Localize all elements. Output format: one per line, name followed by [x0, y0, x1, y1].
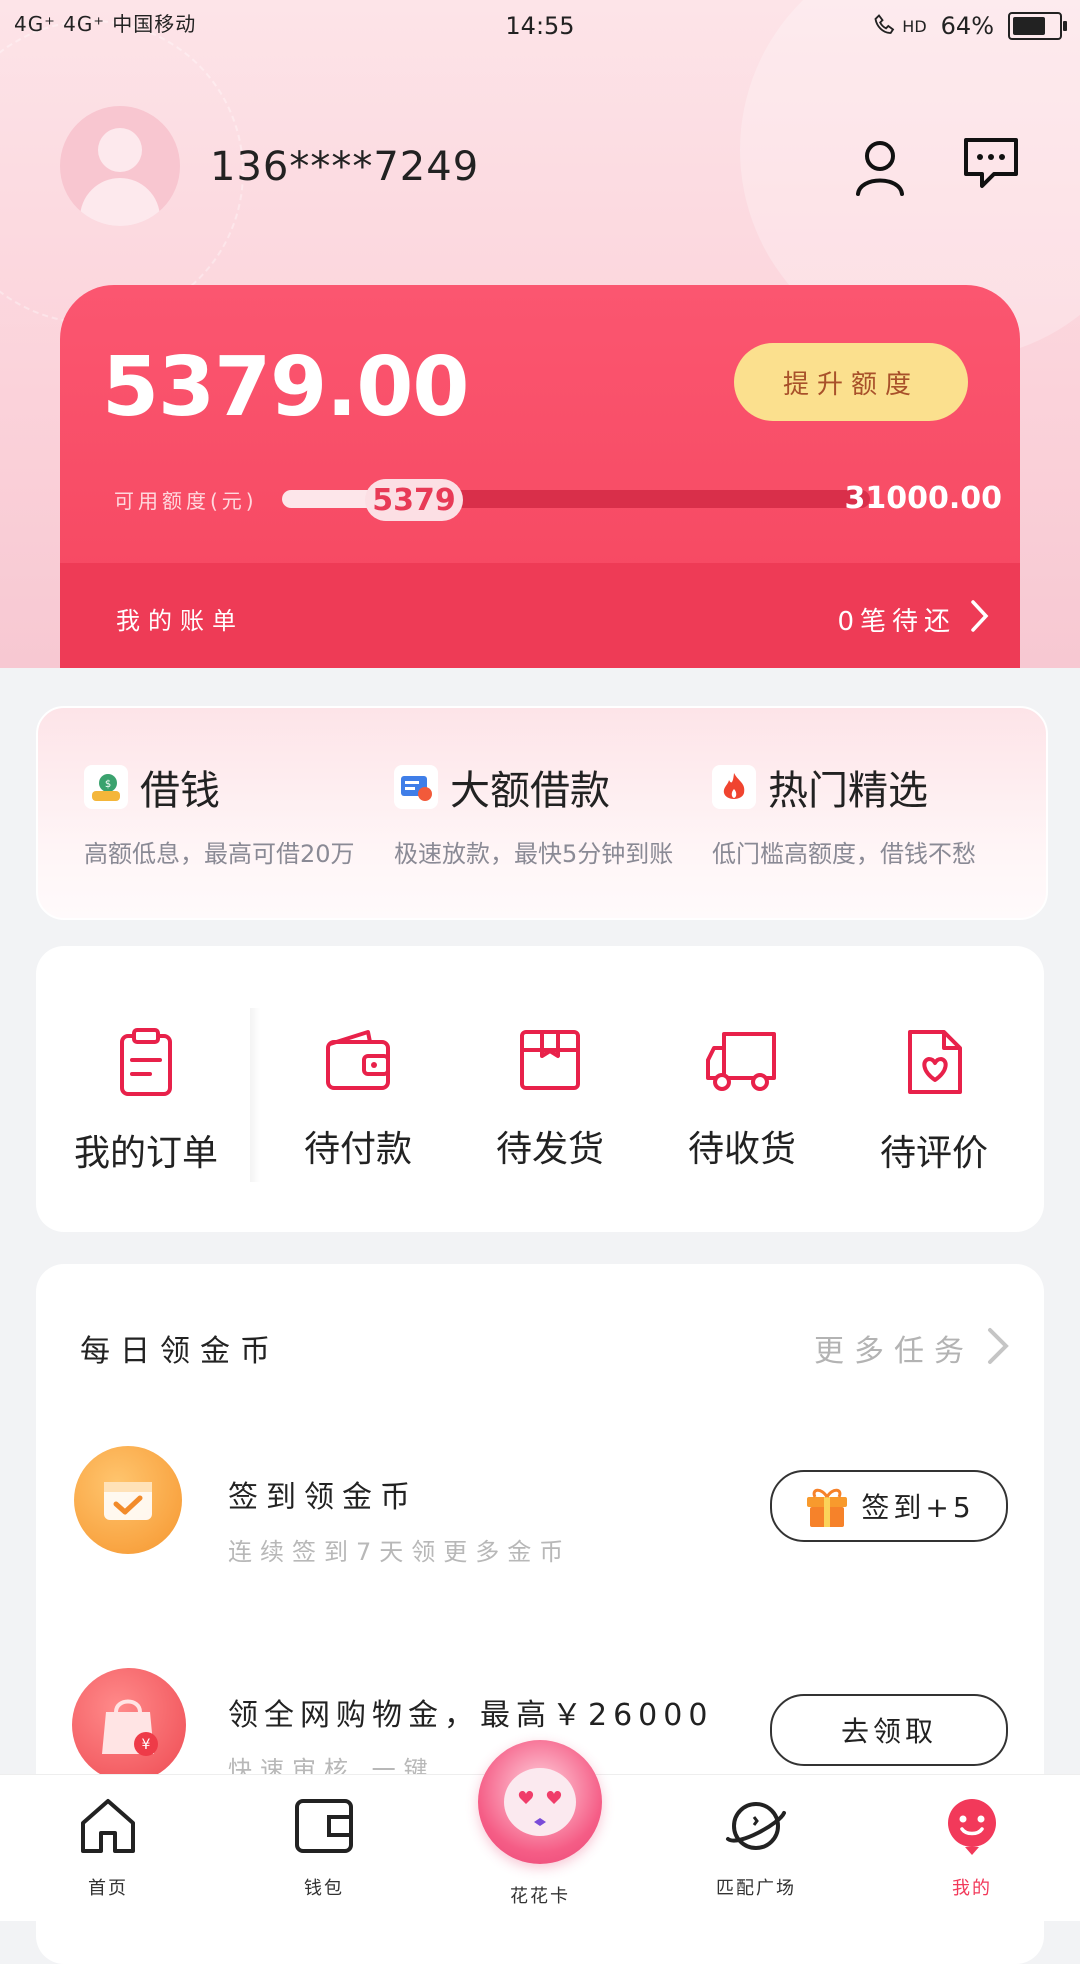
- phone-hd-icon: HD: [872, 12, 927, 40]
- sign-in-button-label: 签到+5: [861, 1491, 975, 1524]
- tab-mine[interactable]: 我的: [912, 1795, 1032, 1900]
- profile-settings-button[interactable]: [848, 134, 912, 198]
- loan-desc: 极速放款，最快5分钟到账: [394, 840, 674, 868]
- truck-icon: [706, 1032, 776, 1091]
- loan-desc: 低门槛高额度，借钱不愁: [712, 840, 976, 868]
- tab-label: 首页: [88, 1878, 128, 1899]
- order-label: 待评价: [879, 1133, 988, 1174]
- pending-bills: 0笔待还: [837, 601, 956, 638]
- credit-progress-knob: 5379: [365, 479, 463, 521]
- order-label: 我的订单: [73, 1133, 218, 1174]
- order-pending-receipt[interactable]: 待收货: [642, 1026, 842, 1172]
- user-phone: 136****7249: [210, 144, 480, 190]
- tab-home[interactable]: 首页: [48, 1795, 168, 1900]
- available-amount: 5379.00: [102, 340, 469, 435]
- fire-icon: [712, 765, 756, 809]
- task-title: 签到领金币: [228, 1480, 418, 1515]
- clipboard-icon: [120, 1028, 172, 1096]
- more-tasks-link[interactable]: 更多任务: [814, 1326, 974, 1370]
- home-icon: [81, 1799, 135, 1853]
- tab-match-square[interactable]: 匹配广场: [696, 1795, 816, 1900]
- order-all[interactable]: 我的订单: [46, 1026, 246, 1176]
- id-card-icon: [394, 765, 438, 809]
- planet-icon: [726, 1802, 786, 1850]
- order-label: 待发货: [495, 1129, 604, 1170]
- order-pending-payment[interactable]: 待付款: [258, 1026, 458, 1172]
- battery-percent: 64%: [940, 12, 994, 40]
- loan-option-borrow[interactable]: $ 借钱: [84, 758, 220, 816]
- order-label: 待付款: [303, 1129, 412, 1170]
- tab-wallet[interactable]: 钱包: [264, 1795, 384, 1900]
- credit-card: 5379.00 提升额度 可用额度(元) 5379 31000.00 我的账单 …: [60, 285, 1020, 668]
- coins-title: 每日领金币: [80, 1334, 280, 1369]
- tab-label: 钱包: [304, 1878, 344, 1899]
- chevron-right-icon: [988, 1328, 1009, 1364]
- loan-option-large[interactable]: 大额借款: [394, 758, 610, 816]
- wallet-icon: [295, 1799, 353, 1853]
- loan-title: 热门精选: [768, 768, 928, 814]
- orders-card: 我的订单 待付款 待发货 待收货 待评价: [36, 946, 1044, 1232]
- svg-text:$: $: [105, 779, 111, 790]
- claim-button[interactable]: 去领取: [770, 1694, 1008, 1766]
- bill-label: 我的账单: [116, 607, 244, 635]
- loan-desc: 高额低息，最高可借20万: [84, 840, 355, 868]
- person-icon: [856, 141, 904, 196]
- available-label: 可用额度(元): [114, 489, 258, 513]
- task-title: 领全网购物金，最高￥26000: [228, 1698, 714, 1733]
- shopping-bag-icon: ¥: [72, 1668, 186, 1782]
- tab-huahua-card[interactable]: [478, 1740, 602, 1864]
- chevron-right-icon: [971, 600, 989, 632]
- max-credit: 31000.00: [844, 481, 1002, 516]
- avatar[interactable]: [60, 106, 180, 226]
- tab-label: 我的: [952, 1878, 992, 1899]
- heart-note-icon: [908, 1030, 962, 1094]
- box-icon: [520, 1030, 580, 1090]
- order-label: 待收货: [687, 1129, 796, 1170]
- mascot-icon: [504, 1768, 576, 1836]
- message-icon: [964, 138, 1018, 188]
- loan-option-hot[interactable]: 热门精选: [712, 758, 928, 816]
- pending-count: 0: [837, 607, 860, 637]
- sign-in-button[interactable]: 签到+5: [770, 1470, 1008, 1542]
- calendar-check-icon: [74, 1446, 182, 1554]
- profile-icon: [948, 1799, 996, 1855]
- order-pending-review[interactable]: 待评价: [834, 1026, 1034, 1176]
- status-right: HD 64%: [872, 12, 1067, 40]
- wallet-icon: [326, 1030, 390, 1090]
- loan-title: 借钱: [140, 768, 220, 814]
- pending-label: 笔待还: [859, 607, 956, 637]
- svg-text:¥: ¥: [142, 1737, 151, 1753]
- bill-row[interactable]: 我的账单 0笔待还: [60, 563, 1020, 668]
- loan-title: 大额借款: [450, 768, 610, 814]
- loan-options-card: $ 借钱 高额低息，最高可借20万 大额借款 极速放款，最快5分钟到账 热门精选…: [36, 706, 1048, 920]
- raise-limit-button[interactable]: 提升额度: [734, 343, 968, 421]
- battery-icon: [1008, 12, 1067, 40]
- messages-button[interactable]: [958, 130, 1022, 194]
- network-hd-label: HD: [902, 16, 927, 36]
- status-bar: 4G⁺ 4G⁺ 中国移动 14:55 HD 64%: [0, 0, 1080, 56]
- money-bag-icon: $: [84, 765, 128, 809]
- order-pending-shipment[interactable]: 待发货: [450, 1026, 650, 1172]
- tab-label: 花花卡: [510, 1886, 570, 1907]
- claim-button-label: 去领取: [840, 1715, 937, 1748]
- task-subtitle: 连续签到7天领更多金币: [228, 1538, 572, 1566]
- tab-label: 匹配广场: [716, 1878, 796, 1899]
- gift-icon: [807, 1488, 848, 1527]
